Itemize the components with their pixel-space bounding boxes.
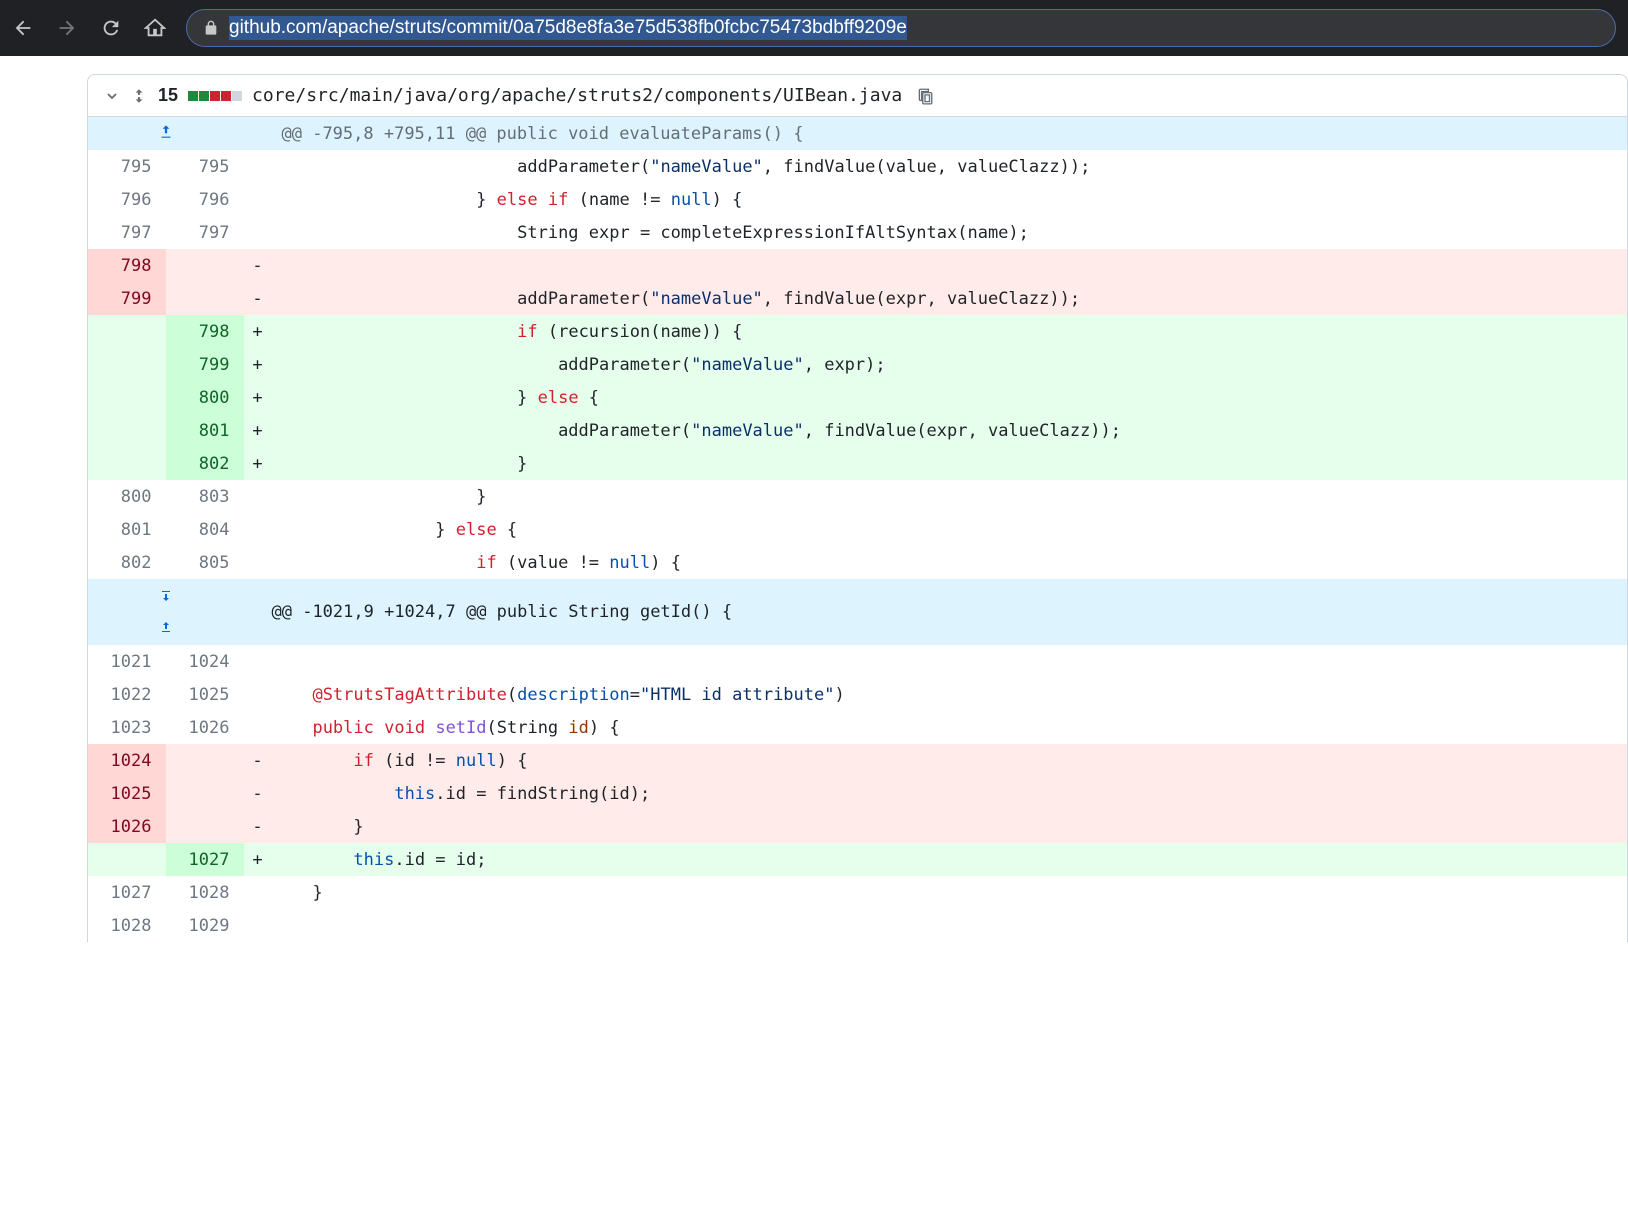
add-square xyxy=(199,91,209,101)
change-count: 15 xyxy=(158,85,178,106)
code-line: 801 804 } else { xyxy=(88,513,1628,546)
code-line: 797 797 String expr = completeExpression… xyxy=(88,216,1628,249)
added-line: 801 + addParameter("nameValue", findValu… xyxy=(88,414,1628,447)
url-text: github.com/apache/struts/commit/0a75d8e8… xyxy=(229,16,907,40)
added-line: 802 + } xyxy=(88,447,1628,480)
forward-icon[interactable] xyxy=(56,17,78,39)
diff-table: @@ -795,8 +795,11 @@ public void evaluat… xyxy=(87,117,1628,942)
reload-icon[interactable] xyxy=(100,17,122,39)
diff-content: 15 core/src/main/java/org/apache/struts2… xyxy=(0,74,1628,942)
file-path[interactable]: core/src/main/java/org/apache/struts2/co… xyxy=(252,85,902,106)
home-icon[interactable] xyxy=(144,17,166,39)
unfold-up-icon xyxy=(157,621,175,633)
del-square xyxy=(221,91,231,101)
neutral-square xyxy=(232,91,242,101)
expand-all-icon[interactable] xyxy=(130,87,148,105)
expand-down[interactable] xyxy=(88,579,244,612)
deleted-line: 1025 - this.id = findString(id); xyxy=(88,777,1628,810)
code-line: 802 805 if (value != null) { xyxy=(88,546,1628,579)
code-line: 1027 1028 } xyxy=(88,876,1628,909)
lock-icon xyxy=(203,20,219,36)
code-line: 1022 1025 @StrutsTagAttribute(descriptio… xyxy=(88,678,1628,711)
hunk-text: @@ -1021,9 +1024,7 @@ public String getI… xyxy=(272,579,1628,645)
code-line: 796 796 } else if (name != null) { xyxy=(88,183,1628,216)
code: addParameter("nameValue", findValue(valu… xyxy=(272,150,1628,183)
expand-up[interactable] xyxy=(88,117,244,150)
del-square xyxy=(210,91,220,101)
deleted-line: 1024 - if (id != null) { xyxy=(88,744,1628,777)
chevron-down-icon[interactable] xyxy=(104,88,120,104)
code-line: 800 803 } xyxy=(88,480,1628,513)
hunk-header: @@ -795,8 +795,11 @@ public void evaluat… xyxy=(88,117,1628,150)
diff-stat-squares xyxy=(188,91,242,101)
added-line: 800 + } else { xyxy=(88,381,1628,414)
deleted-line: 798 - xyxy=(88,249,1628,282)
new-lineno[interactable]: 795 xyxy=(166,150,244,183)
code-line: 1021 1024 xyxy=(88,645,1628,678)
unfold-up-icon xyxy=(157,122,175,140)
expand-between: @@ -1021,9 +1024,7 @@ public String getI… xyxy=(88,579,1628,612)
file-header: 15 core/src/main/java/org/apache/struts2… xyxy=(87,74,1628,117)
added-line: 1027 + this.id = id; xyxy=(88,843,1628,876)
copy-icon[interactable] xyxy=(916,87,934,105)
code-line: 1023 1026 public void setId(String id) { xyxy=(88,711,1628,744)
hunk-text: @@ -795,8 +795,11 @@ public void evaluat… xyxy=(272,117,1628,150)
code-line: 795 795 addParameter("nameValue", findVa… xyxy=(88,150,1628,183)
unfold-down-icon xyxy=(157,590,175,602)
add-square xyxy=(188,91,198,101)
expand-up[interactable] xyxy=(88,612,244,645)
browser-toolbar: github.com/apache/struts/commit/0a75d8e8… xyxy=(0,0,1628,56)
url-bar[interactable]: github.com/apache/struts/commit/0a75d8e8… xyxy=(186,9,1616,47)
deleted-line: 1026 - } xyxy=(88,810,1628,843)
code-line: 1028 1029 xyxy=(88,909,1628,942)
nav-buttons xyxy=(12,17,166,39)
added-line: 798 + if (recursion(name)) { xyxy=(88,315,1628,348)
back-icon[interactable] xyxy=(12,17,34,39)
old-lineno[interactable]: 795 xyxy=(88,150,166,183)
deleted-line: 799 - addParameter("nameValue", findValu… xyxy=(88,282,1628,315)
added-line: 799 + addParameter("nameValue", expr); xyxy=(88,348,1628,381)
